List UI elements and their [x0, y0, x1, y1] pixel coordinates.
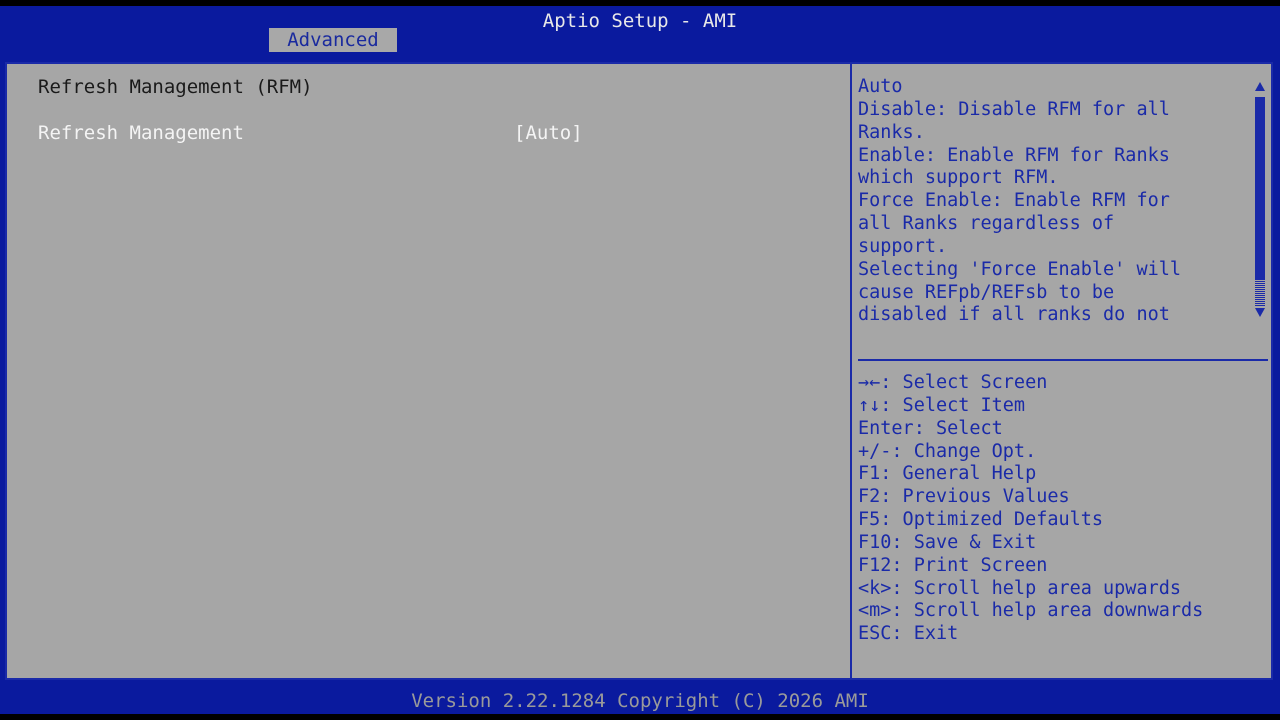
bottom-border — [0, 714, 1280, 720]
header-bar: Aptio Setup - AMI Advanced — [0, 6, 1280, 52]
tab-advanced[interactable]: Advanced — [269, 28, 397, 52]
scroll-up-arrow-icon[interactable] — [1255, 82, 1265, 91]
key-line: <k>: Scroll help area upwards — [858, 578, 1182, 599]
footer-bar: Version 2.22.1284 Copyright (C) 2026 AMI — [0, 688, 1280, 714]
scroll-down-arrow-icon[interactable] — [1255, 308, 1265, 317]
help-line: which support RFM. — [858, 167, 1059, 188]
main-area: Refresh Management (RFM) Refresh Managem… — [0, 52, 1280, 688]
help-line: all Ranks regardless of — [858, 213, 1115, 234]
help-line: disabled if all ranks do not — [858, 304, 1170, 325]
help-line: Auto — [858, 76, 903, 97]
key-line: <m>: Scroll help area downwards — [858, 600, 1204, 621]
setting-value[interactable]: [Auto] — [514, 122, 583, 144]
key-line: F2: Previous Values — [858, 486, 1070, 507]
key-line: +/-: Change Opt. — [858, 441, 1037, 462]
help-line: Selecting 'Force Enable' will — [858, 259, 1182, 280]
setup-panel: Refresh Management (RFM) Refresh Managem… — [5, 62, 1273, 680]
key-line: F10: Save & Exit — [858, 532, 1037, 553]
key-line: Enter: Select — [858, 418, 1003, 439]
help-line: Force Enable: Enable RFM for — [858, 190, 1170, 211]
help-line: Ranks. — [858, 122, 925, 143]
help-scrollbar-track[interactable] — [1255, 279, 1265, 306]
key-line: ↑↓: Select Item — [858, 395, 1026, 416]
key-line: ESC: Exit — [858, 623, 959, 644]
section-title: Refresh Management (RFM) — [38, 76, 313, 98]
key-line: →←: Select Screen — [858, 372, 1048, 393]
key-line: F12: Print Screen — [858, 555, 1048, 576]
app-title: Aptio Setup - AMI — [542, 10, 738, 32]
key-line: F5: Optimized Defaults — [858, 509, 1104, 530]
help-line: Disable: Disable RFM for all — [858, 99, 1170, 120]
version-text: Version 2.22.1284 Copyright (C) 2026 AMI — [411, 690, 869, 712]
help-scrollbar-thumb[interactable] — [1255, 97, 1265, 279]
panel-divider — [850, 64, 852, 678]
setting-label[interactable]: Refresh Management — [38, 122, 244, 144]
key-line: F1: General Help — [858, 463, 1037, 484]
help-line: cause REFpb/REFsb to be — [858, 282, 1115, 303]
help-keys-divider — [858, 359, 1268, 361]
help-line: support. — [858, 236, 948, 257]
help-line: Enable: Enable RFM for Ranks — [858, 145, 1170, 166]
